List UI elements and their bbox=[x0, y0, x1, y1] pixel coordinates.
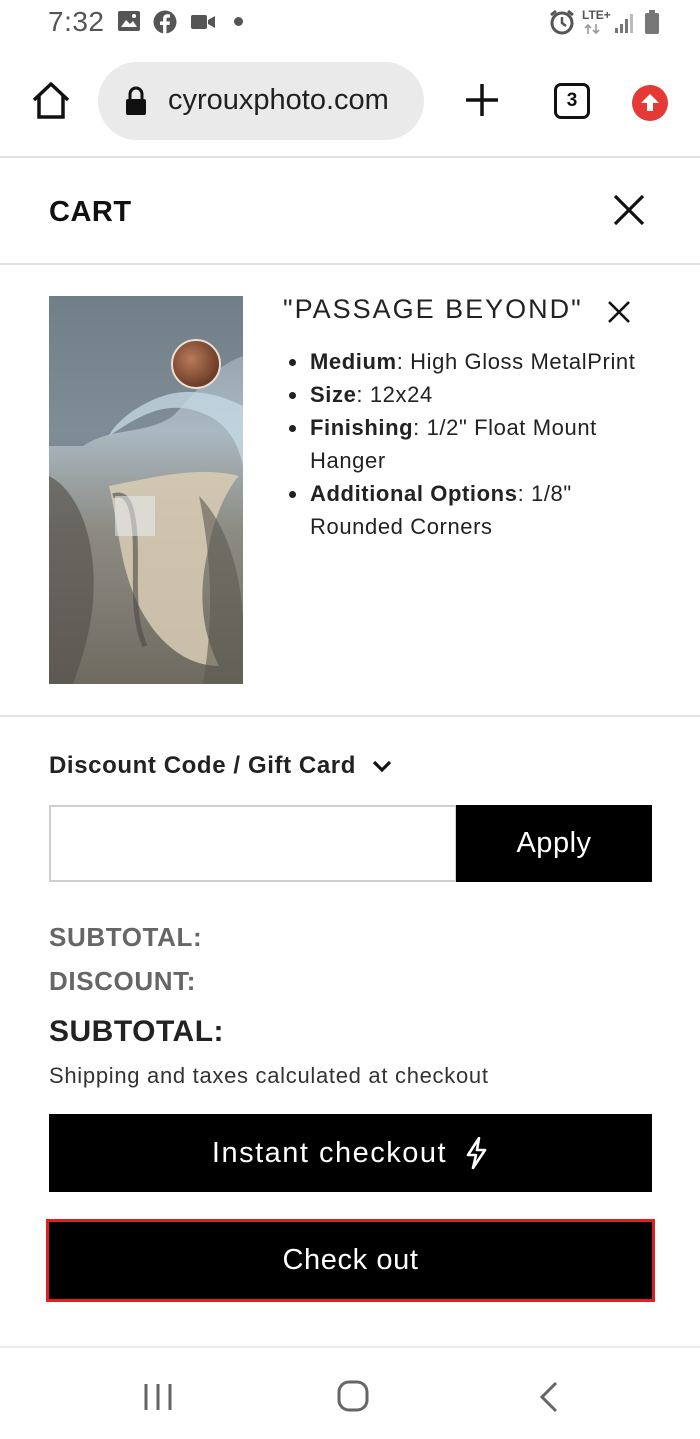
spec-additional-options: Additional Options: 1/8" Rounded Corners bbox=[287, 477, 647, 543]
tab-switcher-button[interactable]: 3 bbox=[554, 83, 590, 119]
apply-button[interactable]: Apply bbox=[456, 805, 652, 882]
shipping-note: Shipping and taxes calculated at checkou… bbox=[49, 1063, 489, 1088]
product-title[interactable]: "PASSAGE BEYOND" bbox=[283, 294, 583, 325]
status-bar: 7:32 LTE+ bbox=[0, 0, 700, 46]
product-photo bbox=[49, 296, 243, 684]
total-label: SUBTOTAL: bbox=[49, 1015, 225, 1048]
network-type: LTE+ bbox=[582, 8, 611, 22]
divider bbox=[0, 715, 700, 717]
browser-toolbar: cyrouxphoto.com 3 bbox=[0, 46, 700, 156]
subtotal-label: SUBTOTAL: bbox=[49, 922, 203, 952]
discount-code-input[interactable] bbox=[49, 805, 457, 882]
lock-icon bbox=[126, 86, 146, 115]
cart-title: CART bbox=[49, 196, 132, 228]
spec-medium: Medium: High Gloss MetalPrint bbox=[287, 345, 647, 378]
back-icon[interactable] bbox=[538, 1381, 560, 1413]
checkout-button[interactable]: Check out bbox=[46, 1219, 655, 1302]
alarm-icon bbox=[550, 9, 574, 35]
lightning-icon bbox=[466, 1137, 487, 1169]
notification-dot bbox=[234, 17, 243, 26]
image-icon bbox=[118, 11, 140, 31]
battery-icon bbox=[645, 10, 659, 34]
divider bbox=[0, 156, 700, 158]
home-icon[interactable] bbox=[30, 80, 72, 120]
address-bar[interactable]: cyrouxphoto.com bbox=[98, 62, 424, 140]
divider bbox=[0, 263, 700, 265]
product-specs: Medium: High Gloss MetalPrint Size: 12x2… bbox=[287, 345, 647, 543]
discount-label: DISCOUNT: bbox=[49, 966, 196, 996]
product-image[interactable] bbox=[49, 296, 243, 684]
recent-apps-icon[interactable] bbox=[142, 1382, 174, 1412]
chevron-down-icon bbox=[372, 760, 392, 773]
data-arrows-icon bbox=[584, 23, 600, 35]
signal-icon bbox=[615, 14, 633, 33]
spec-size: Size: 12x24 bbox=[287, 378, 647, 411]
close-cart-icon[interactable] bbox=[612, 193, 646, 227]
remove-item-icon[interactable] bbox=[607, 300, 631, 324]
instant-checkout-label: Instant checkout bbox=[211, 1136, 448, 1169]
spec-finishing: Finishing: 1/2" Float Mount Hanger bbox=[287, 411, 647, 477]
nav-home-icon[interactable] bbox=[337, 1380, 369, 1412]
system-nav-bar bbox=[0, 1346, 700, 1439]
discount-toggle-label: Discount Code / Gift Card bbox=[49, 752, 357, 779]
facebook-icon bbox=[153, 10, 177, 34]
status-time: 7:32 bbox=[48, 6, 105, 37]
video-icon bbox=[191, 15, 215, 29]
discount-toggle[interactable]: Discount Code / Gift Card bbox=[49, 752, 392, 780]
update-button[interactable] bbox=[632, 85, 668, 121]
new-tab-icon[interactable] bbox=[462, 80, 502, 120]
instant-checkout-button[interactable]: Instant checkout bbox=[49, 1114, 652, 1192]
url-text: cyrouxphoto.com bbox=[168, 84, 389, 116]
arrow-up-icon bbox=[641, 94, 659, 111]
